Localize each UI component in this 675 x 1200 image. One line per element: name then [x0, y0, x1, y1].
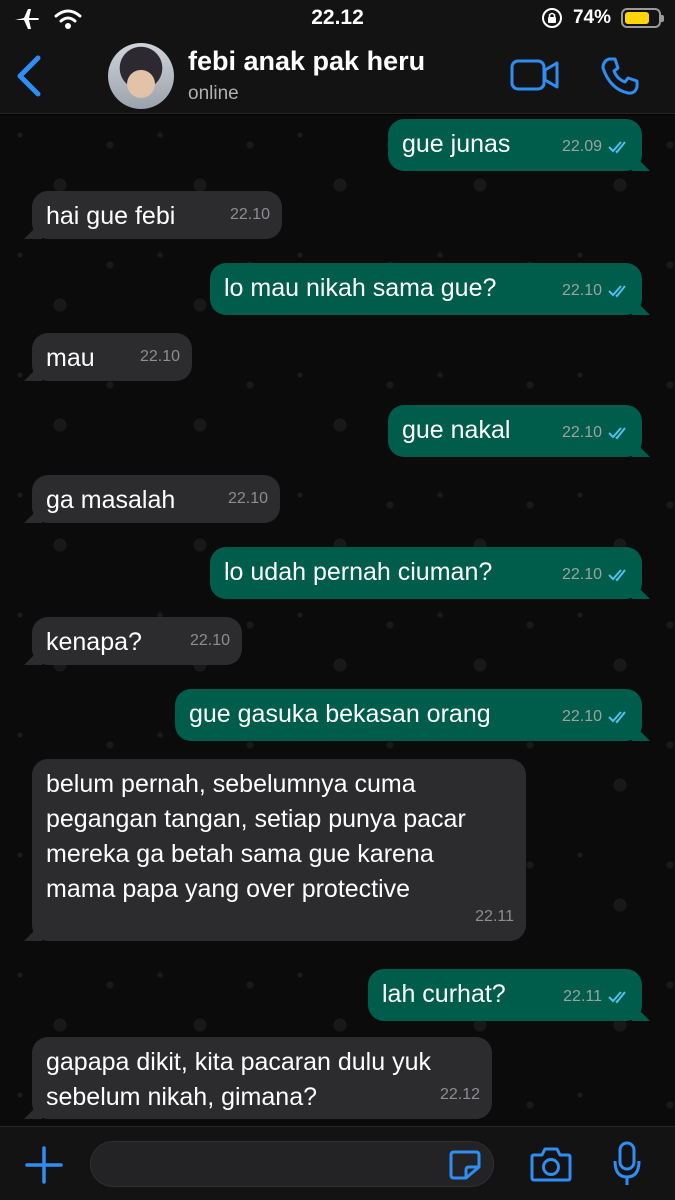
outgoing-message[interactable]: gue gasuka bekasan orang 22.10	[175, 689, 642, 741]
battery-percent: 74%	[572, 7, 611, 28]
message-meta: 22.10	[190, 623, 230, 658]
message-input[interactable]	[90, 1141, 494, 1187]
message-meta: 22.12	[440, 1077, 480, 1112]
message-text: belum pernah, sebelumnya cuma pegangan t…	[46, 770, 466, 903]
back-chevron-icon[interactable]	[12, 54, 48, 98]
input-bar	[0, 1126, 675, 1200]
outgoing-message[interactable]: gue junas 22.09	[388, 119, 642, 171]
camera-icon[interactable]	[530, 1145, 572, 1183]
message-time: 22.10	[227, 490, 268, 507]
status-bar: 22.12 74%	[0, 0, 675, 38]
message-meta: 22.10	[140, 339, 180, 374]
read-ticks-icon	[608, 284, 626, 297]
outgoing-message[interactable]: lo udah pernah ciuman? 22.10	[210, 547, 642, 599]
outgoing-message[interactable]: lo mau nikah sama gue? 22.10	[210, 263, 642, 315]
contact-status: online	[188, 83, 239, 104]
message-time: 22.10	[561, 282, 602, 299]
battery-level	[625, 12, 649, 24]
message-time: 22.12	[439, 1086, 480, 1103]
message-meta: 22.09	[562, 129, 630, 164]
incoming-message[interactable]: gapapa dikit, kita pacaran dulu yuk sebe…	[32, 1037, 492, 1119]
incoming-message[interactable]: ga masalah 22.10	[32, 475, 280, 523]
chat-area[interactable]: gue junas 22.09 hai gue febi 22.10 lo mau ni…	[0, 115, 675, 1126]
plus-icon[interactable]	[24, 1145, 64, 1185]
incoming-message[interactable]: hai gue febi 22.10	[32, 191, 282, 239]
read-ticks-icon	[608, 990, 626, 1003]
message-meta: 22.10	[230, 197, 270, 232]
message-time: 22.11	[563, 988, 602, 1005]
read-ticks-icon	[608, 710, 626, 723]
sticker-icon[interactable]	[448, 1149, 482, 1181]
message-time: 22.10	[189, 632, 230, 649]
message-time: 22.09	[561, 138, 602, 155]
message-meta: 22.10	[562, 273, 630, 308]
orientation-lock-icon	[541, 8, 562, 28]
message-meta: 22.10	[228, 481, 268, 516]
microphone-icon[interactable]	[612, 1141, 642, 1187]
incoming-message[interactable]: mau 22.10	[32, 333, 192, 381]
message-time: 22.10	[561, 708, 602, 725]
message-meta: 22.10	[562, 699, 630, 734]
chat-header: febi anak pak heru online	[0, 38, 675, 114]
message-time: 22.10	[229, 206, 270, 223]
video-call-icon[interactable]	[510, 58, 560, 92]
status-right: 74%	[541, 7, 664, 29]
read-ticks-icon	[608, 140, 626, 153]
message-meta: 22.10	[562, 557, 630, 592]
outgoing-message[interactable]: gue nakal 22.10	[388, 405, 642, 457]
read-ticks-icon	[608, 426, 626, 439]
message-time: 22.11	[475, 908, 514, 925]
message-time: 22.10	[139, 348, 180, 365]
incoming-message[interactable]: belum pernah, sebelumnya cuma pegangan t…	[32, 759, 526, 941]
message-time: 22.10	[561, 566, 602, 583]
message-text: gapapa dikit, kita pacaran dulu yuk sebe…	[46, 1048, 431, 1111]
outgoing-message[interactable]: lah curhat? 22.11	[368, 969, 642, 1021]
incoming-message[interactable]: kenapa? 22.10	[32, 617, 242, 665]
read-ticks-icon	[608, 568, 626, 581]
message-meta: 22.10	[562, 415, 630, 450]
message-time: 22.10	[561, 424, 602, 441]
message-meta: 22.11	[563, 979, 630, 1014]
phone-icon[interactable]	[600, 56, 640, 96]
avatar[interactable]	[108, 43, 174, 109]
message-meta: 22.11	[475, 899, 514, 934]
battery-icon	[621, 8, 664, 28]
contact-name[interactable]: febi anak pak heru	[188, 46, 425, 77]
